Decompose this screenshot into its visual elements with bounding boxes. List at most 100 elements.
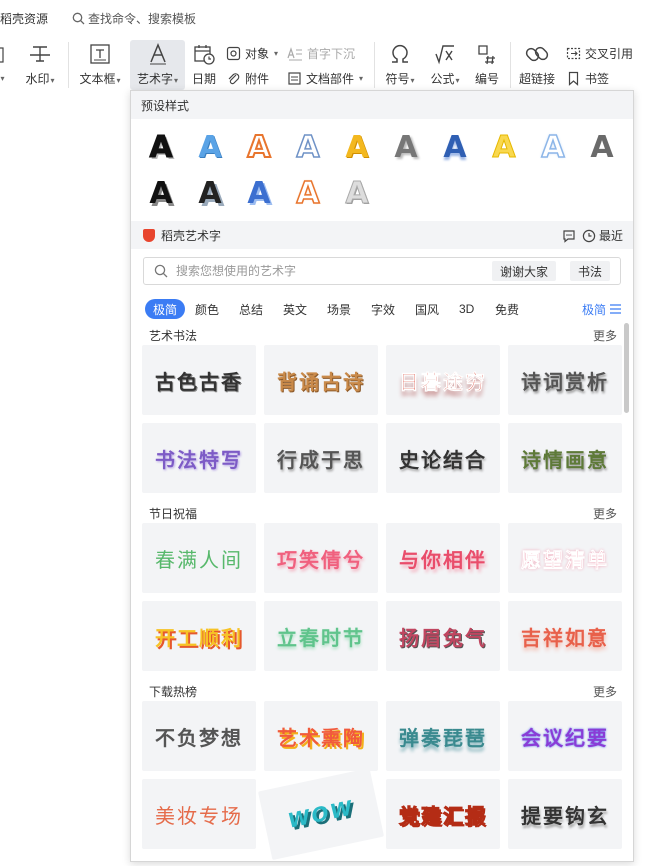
more-link[interactable]: 更多 [593,683,617,700]
ribbon-divider [510,42,511,88]
recent-button[interactable]: 最近 [582,227,623,244]
wordart-template-tile[interactable]: 日暮途穷 [386,345,500,415]
category-tab[interactable]: 免费 [495,299,519,319]
object-label: 对象 [245,46,270,61]
category-tab[interactable]: 字效 [371,299,395,319]
preset-style-12[interactable]: A [190,173,230,213]
preset-style-6[interactable]: A [386,127,426,167]
preset-style-7[interactable]: A [435,127,475,167]
hyperlink-button[interactable]: 超链接 [516,40,558,90]
more-link[interactable]: 更多 [593,505,617,522]
formula-button[interactable]: 公式▾ [426,40,464,90]
wordart-template-tile[interactable]: 党建汇报 [386,779,500,849]
numbering-button[interactable]: 编号 [470,40,504,90]
preset-style-11[interactable]: A [141,173,181,213]
preset-style-15[interactable]: A [337,173,377,213]
command-search[interactable]: 查找命令、搜索模板 [72,10,196,27]
suggestion-chip-calligraphy[interactable]: 书法 [570,261,611,281]
wordart-template-tile[interactable]: 与你相伴 [386,523,500,593]
attachment-button[interactable]: 附件 [226,69,269,87]
preset-styles-header: 预设样式 [131,91,633,119]
textbox-button[interactable]: 文本框▾ [74,40,126,90]
preset-style-14[interactable]: A [288,173,328,213]
watermark-button[interactable]: 水印▾ [20,40,60,90]
document-parts-icon [288,71,301,85]
category-tab[interactable]: 极简 [145,299,186,319]
category-tab[interactable]: 3D [459,299,474,319]
wordart-template-tile[interactable]: 春满人间 [142,523,256,593]
category-tab[interactable]: 颜色 [195,299,219,319]
formula-icon [435,45,454,65]
filter-dropdown[interactable]: 极简 [582,299,621,319]
group-title: 下载热榜 [149,685,198,699]
preset-style-8[interactable]: A [484,127,524,167]
wordart-template-tile[interactable]: 美妆专场 [142,779,256,849]
wordart-button[interactable]: 艺术字▾ [130,40,185,90]
wordart-template-tile[interactable]: 书法特写 [142,423,256,493]
crossref-button[interactable]: 交叉引用 [566,44,633,62]
object-button[interactable]: 对象 ▾ [226,44,278,62]
wordart-template-tile[interactable]: WOW [257,767,385,861]
dropcap-icon [287,46,302,60]
wordart-template-tile[interactable]: 扬眉兔气 [386,601,500,671]
docer-wordart-header: 稻壳艺术字 最近 [131,221,633,249]
preset-style-5[interactable]: A [337,127,377,167]
wordart-template-tile[interactable]: 行成于思 [264,423,378,493]
category-tab[interactable]: 总结 [239,299,263,319]
search-icon [154,264,168,278]
hyperlink-label: 超链接 [518,72,555,86]
preset-style-2[interactable]: A [190,127,230,167]
category-tab[interactable]: 英文 [283,299,307,319]
textbox-icon [90,44,110,64]
wordart-template-tile[interactable]: 愿望清单 [508,523,622,593]
wordart-template-tile[interactable]: 史论结合 [386,423,500,493]
wordart-template-tile[interactable]: 提要钩玄 [508,779,622,849]
wordart-template-tile[interactable]: 古色古香 [142,345,256,415]
bookmark-label: 书签 [585,71,610,86]
bookmark-button[interactable]: 书签 [566,69,609,87]
wordart-template-tile[interactable]: 会议纪要 [508,701,622,771]
date-button[interactable]: 日期 [188,40,220,90]
preset-style-10[interactable]: A [582,127,622,167]
cross-reference-icon [566,47,581,59]
group-title: 艺术书法 [149,329,198,343]
preset-style-13[interactable]: A [239,173,279,213]
wordart-template-tile[interactable]: 诗词赏析 [508,345,622,415]
wordart-template-tile[interactable]: 诗情画意 [508,423,622,493]
preset-style-4[interactable]: A [288,127,328,167]
more-link[interactable]: 更多 [593,327,617,344]
wordart-template-tile[interactable]: 立春时节 [264,601,378,671]
category-tab[interactable]: 国风 [415,299,439,319]
docparts-button[interactable]: 文档部件 ▾ [287,69,363,87]
preset-style-9[interactable]: A [533,127,573,167]
wordart-template-tile[interactable]: 开工顺利 [142,601,256,671]
preset-style-3[interactable]: A [239,127,279,167]
wordart-template-tile[interactable]: 弹奏琵琶 [386,701,500,771]
group-title: 节日祝福 [149,507,198,521]
dropcap-button[interactable]: 首字下沉 [287,44,355,62]
search-icon [72,12,85,25]
preset-style-1[interactable]: A [141,127,181,167]
category-tab[interactable]: 场景 [327,299,351,319]
wordart-template-tile[interactable]: 背诵古诗 [264,345,378,415]
symbol-button[interactable]: 符号▾ [382,40,418,90]
omega-symbol-icon [392,44,408,63]
partial-ribbon-item[interactable]: ▾ [0,40,10,90]
docer-resources-link[interactable]: 稻壳资源 [0,10,48,27]
wordart-template-tile[interactable]: 艺术熏陶 [264,701,378,771]
preset-styles-title: 预设样式 [141,98,190,113]
wordart-template-tile[interactable]: 巧笑倩兮 [264,523,378,593]
link-icon [525,46,549,62]
wordart-template-tile[interactable]: 吉祥如意 [508,601,622,671]
top-bar: 稻壳资源 查找命令、搜索模板 [0,0,650,36]
symbol-label: 符号 [385,72,410,86]
attachment-label: 附件 [245,71,270,86]
chat-bubble-icon[interactable] [562,229,576,243]
wordart-template-tile[interactable]: 不负梦想 [142,701,256,771]
suggestion-chip-thanks[interactable]: 谢谢大家 [492,261,557,281]
wordart-search-box: 谢谢大家 书法 [143,257,621,285]
panel-scrollbar[interactable] [624,323,629,413]
wordart-search-input[interactable] [176,262,476,280]
docer-logo-icon [143,228,155,242]
textbox-label: 文本框 [79,72,116,86]
